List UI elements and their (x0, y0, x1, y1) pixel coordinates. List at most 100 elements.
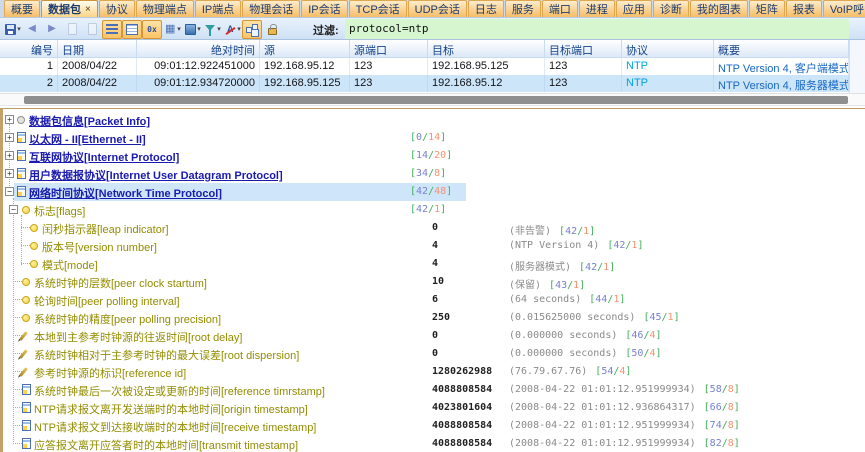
filter-input[interactable]: protocol=ntp (345, 19, 849, 39)
column-header-col-date[interactable]: 日期 (58, 40, 137, 58)
cell-col-abs-time[interactable]: 09:01:12.922451000 (137, 58, 260, 75)
cell-col-dst-port[interactable]: 123 (545, 75, 622, 92)
decode-row-ntp[interactable]: − 网络时间协议[Network Time Protocol] [42/48] (0, 183, 862, 201)
decode-row-peer-clock-stratum[interactable]: 系统时钟的层数[peer clock startum] 10 (保留) [43/1] (0, 273, 862, 291)
tab-my-charts[interactable]: 我的图表 (689, 0, 748, 17)
tab-udp-conversations[interactable]: UDP会话 (407, 0, 467, 17)
cell-col-source[interactable]: 192.168.95.125 (260, 75, 350, 92)
tab-diagnosis[interactable]: 诊断 (652, 0, 689, 17)
column-header-col-source[interactable]: 源 (260, 40, 350, 58)
expand-toggle-icon[interactable]: + (5, 169, 14, 178)
cell-col-summary[interactable]: NTP Version 4, 客户端模式 (714, 58, 849, 75)
cell-col-no[interactable]: 1 (0, 58, 58, 75)
filter-button[interactable]: ▾ (202, 20, 222, 39)
tab-ports[interactable]: 端口 (541, 0, 578, 17)
expand-toggle-icon[interactable]: − (5, 187, 14, 196)
column-header-col-no[interactable]: 编号 (0, 40, 58, 58)
column-header-col-protocol[interactable]: 协议 (622, 40, 714, 58)
cell-col-dst-port[interactable]: 123 (545, 58, 622, 75)
decode-row-leap-indicator[interactable]: 闰秒指示器[leap indicator] 0 (非告警) [42/1] (0, 219, 862, 237)
column-settings-button[interactable]: ▦ ▾ (162, 20, 182, 39)
tab-processes[interactable]: 进程 (578, 0, 615, 17)
packet-row-2[interactable]: 2 2008/04/22 09:01:12.934720000 192.168.95.… (0, 75, 849, 92)
tab-ip-endpoints[interactable]: IP端点 (194, 0, 242, 17)
decode-row-root-delay[interactable]: 本地到主参考时钟源的往返时间[root delay] 0 (0.000000 sec… (0, 327, 862, 345)
decode-row-version-number[interactable]: 版本号[version number] 4 (NTP Version 4) [42/1… (0, 237, 862, 255)
expand-toggle-icon[interactable]: + (5, 151, 14, 160)
field-detail: (服务器模式) [42/1] (509, 262, 616, 273)
hex-view-toggle[interactable]: 0x (142, 19, 162, 39)
column-header-col-src-port[interactable]: 源端口 (350, 40, 428, 58)
highlight-button[interactable]: A ▾ (222, 20, 242, 39)
tab-protocols[interactable]: 协议 (98, 0, 135, 17)
decode-row-transmit-timestamp[interactable]: 应答报文离开应答者时的本地时间[transmit timestamp] 40888… (0, 435, 862, 452)
tab-packets[interactable]: 数据包 × (41, 0, 98, 17)
tab-voip-calls[interactable]: VoIP呼叫 (822, 0, 865, 17)
packet-info-icon (17, 116, 25, 124)
tab-physical-endpoints[interactable]: 物理端点 (135, 0, 194, 17)
lock-scroll-button[interactable] (262, 20, 282, 39)
decode-row-packet-info[interactable]: + 数据包信息[Packet Info] (0, 111, 862, 129)
decode-row-reference-id[interactable]: 参考时钟源的标识[reference id] 1280262988 (76.79.6… (0, 363, 862, 381)
decode-row-mode[interactable]: 模式[mode] 4 (服务器模式) [42/1] (0, 255, 862, 273)
cell-col-date[interactable]: 2008/04/22 (58, 75, 137, 92)
column-header-col-dst-port[interactable]: 目标端口 (545, 40, 622, 58)
decode-view-toggle[interactable] (122, 19, 142, 39)
tab-applications[interactable]: 应用 (615, 0, 652, 17)
save-button[interactable]: ▾ (2, 20, 22, 39)
tree-view-toggle[interactable] (242, 19, 262, 39)
decode-row-udp[interactable]: + 用户数据报协议[Internet User Datagram Protocol… (0, 165, 862, 183)
cell-col-source[interactable]: 192.168.95.12 (260, 58, 350, 75)
cell-col-abs-time[interactable]: 09:01:12.934720000 (137, 75, 260, 92)
tab-reports[interactable]: 报表 (785, 0, 822, 17)
columns-icon: ▦ (165, 22, 176, 35)
cell-col-summary[interactable]: NTP Version 4, 服务器模式 (714, 75, 849, 92)
cell-col-no[interactable]: 2 (0, 75, 58, 92)
cell-col-protocol[interactable]: NTP (622, 75, 714, 92)
decode-row-reference-timestamp[interactable]: 系统时钟最后一次被设定或更新的时间[reference timrstamp] 40… (0, 381, 862, 399)
horizontal-scrollbar[interactable] (0, 93, 865, 106)
offset-length: [45/1] (643, 312, 680, 323)
tab-my-charts-label: 我的图表 (696, 4, 741, 16)
column-header-col-summary[interactable]: 概要 (714, 40, 849, 58)
expand-toggle-icon[interactable]: + (5, 115, 14, 124)
decode-row-peer-polling-interval[interactable]: 轮询时间[peer polling interval] 6 (64 seconds)… (0, 291, 862, 309)
tab-logs[interactable]: 日志 (467, 0, 504, 17)
cell-col-destination[interactable]: 192.168.95.125 (428, 58, 545, 75)
list-view-toggle[interactable] (102, 19, 122, 39)
decode-row-root-dispersion[interactable]: 系统时钟相对于主参考时钟的最大误差[root dispersion] 0 (0.00… (0, 345, 862, 363)
tab-physical-conversations[interactable]: 物理会话 (242, 0, 301, 17)
tree-guide-stub (21, 245, 30, 246)
cell-col-date[interactable]: 2008/04/22 (58, 58, 137, 75)
tab-protocols-label: 协议 (105, 4, 128, 16)
tab-matrix[interactable]: 矩阵 (748, 0, 785, 17)
cell-col-src-port[interactable]: 123 (350, 58, 428, 75)
cell-col-src-port[interactable]: 123 (350, 75, 428, 92)
expand-toggle-icon[interactable]: + (5, 133, 14, 142)
decode-row-receive-timestamp[interactable]: NTP请求报文到达接收端时的本地时间[receive timestamp] 408… (0, 417, 862, 435)
vertical-scrollbar-track[interactable] (849, 40, 865, 93)
expand-toggle-icon[interactable]: − (9, 205, 18, 214)
tab-summary[interactable]: 概要 (4, 0, 40, 17)
bookmark-prev-button[interactable] (62, 20, 82, 39)
cell-col-protocol[interactable]: NTP (622, 58, 714, 75)
tab-tcp-conversations[interactable]: TCP会话 (348, 0, 407, 17)
packet-row-1[interactable]: 1 2008/04/22 09:01:12.922451000 192.168.95.… (0, 58, 849, 75)
decode-row-internet-protocol[interactable]: + 互联网协议[Internet Protocol] [14/20] (0, 147, 862, 165)
prev-packet-button[interactable]: ◀ (22, 20, 42, 39)
tab-services[interactable]: 服务 (504, 0, 541, 17)
next-packet-button[interactable]: ▶ (42, 20, 62, 39)
decode-row-peer-polling-precision[interactable]: 系统时钟的精度[peer polling precision] 250 (0.015… (0, 309, 862, 327)
tab-ip-conversations[interactable]: IP会话 (301, 0, 348, 17)
decode-row-ethernet[interactable]: + 以太网 - II[Ethernet - II] [0/14] (0, 129, 862, 147)
column-header-col-abs-time[interactable]: 绝对时间 (137, 40, 260, 58)
close-tab-icon[interactable]: × (85, 4, 91, 15)
decode-row-origin-timestamp[interactable]: NTP请求报文离开发送端时的本地时间[origin timestamp] 4023… (0, 399, 862, 417)
bookmark-next-button[interactable] (82, 20, 102, 39)
horizontal-scrollbar-thumb[interactable] (24, 96, 848, 104)
column-header-col-destination[interactable]: 目标 (428, 40, 545, 58)
export-packet-button[interactable]: ▾ (182, 20, 202, 39)
decode-row-flags[interactable]: − 标志[flags] [42/1] (0, 201, 862, 219)
tree-guide-stub (13, 281, 22, 282)
cell-col-destination[interactable]: 192.168.95.12 (428, 75, 545, 92)
